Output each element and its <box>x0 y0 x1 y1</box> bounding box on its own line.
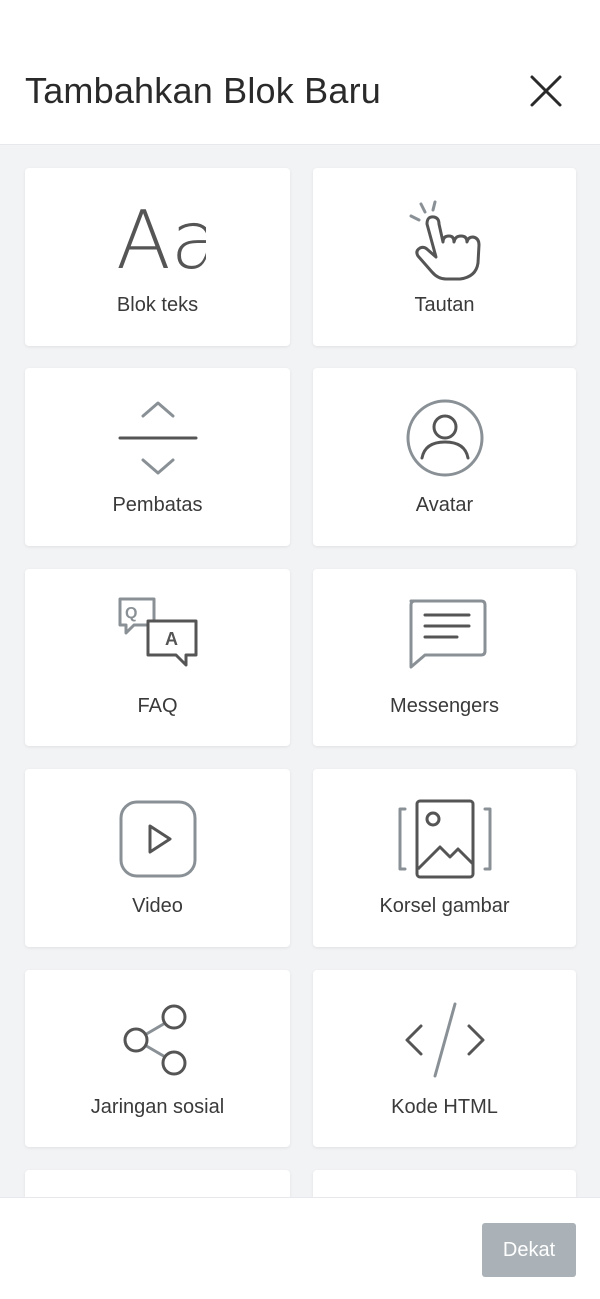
block-card-partial[interactable] <box>313 1170 576 1197</box>
block-label: Avatar <box>415 494 474 516</box>
block-label: Pembatas <box>112 494 203 516</box>
block-card-carousel[interactable]: Korsel gambar <box>313 769 576 947</box>
block-card-divider[interactable]: Pembatas <box>25 368 290 546</box>
text-icon-glyph: Aa <box>116 194 206 286</box>
close-dialog-button[interactable]: Dekat <box>482 1223 576 1277</box>
footer: Dekat <box>0 1197 600 1299</box>
faq-icon: Q A <box>110 591 206 687</box>
tap-hand-icon <box>397 190 493 286</box>
block-label: Blok teks <box>116 294 199 316</box>
block-label: Jaringan sosial <box>90 1096 225 1118</box>
block-card-avatar[interactable]: Avatar <box>313 368 576 546</box>
block-card-html[interactable]: Kode HTML <box>313 970 576 1147</box>
add-block-page: Tambahkan Blok Baru Aa Blok teks Tautan … <box>0 0 600 1299</box>
text-icon: Aa <box>110 190 206 286</box>
block-label: Korsel gambar <box>379 895 510 917</box>
block-label: FAQ <box>137 695 178 717</box>
page-title: Tambahkan Blok Baru <box>25 70 381 111</box>
close-button[interactable] <box>523 68 569 114</box>
code-icon <box>397 992 493 1088</box>
faq-a-glyph: A <box>165 629 178 649</box>
faq-q-glyph: Q <box>125 605 137 622</box>
block-card-faq[interactable]: Q A FAQ <box>25 569 290 746</box>
video-play-icon <box>110 791 206 887</box>
block-label: Messengers <box>390 695 499 717</box>
share-icon <box>110 992 206 1088</box>
block-label: Video <box>132 895 183 917</box>
message-icon <box>397 591 493 687</box>
block-card-video[interactable]: Video <box>25 769 290 947</box>
block-card-text[interactable]: Aa Blok teks <box>25 168 290 346</box>
avatar-icon <box>397 390 493 486</box>
block-card-partial[interactable] <box>25 1170 290 1197</box>
block-label: Kode HTML <box>391 1096 498 1118</box>
block-grid: Aa Blok teks Tautan Pembatas Avatar Q A … <box>0 145 600 1197</box>
close-icon <box>530 75 562 107</box>
block-card-social[interactable]: Jaringan sosial <box>25 970 290 1147</box>
header: Tambahkan Blok Baru <box>0 0 600 145</box>
image-carousel-icon <box>397 791 493 887</box>
divider-icon <box>110 390 206 486</box>
block-label: Tautan <box>414 294 475 316</box>
block-card-messengers[interactable]: Messengers <box>313 569 576 746</box>
block-card-link[interactable]: Tautan <box>313 168 576 346</box>
